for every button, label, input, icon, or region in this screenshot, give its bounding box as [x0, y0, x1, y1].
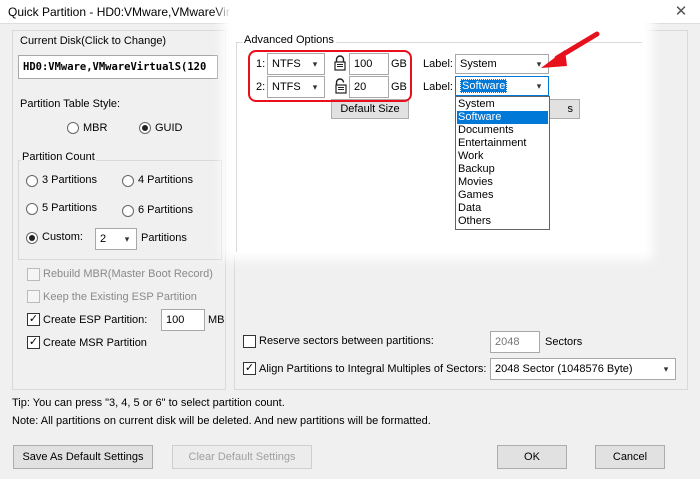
guid-label: GUID — [155, 122, 183, 134]
reserve-sectors-input[interactable]: 2048 — [490, 331, 540, 353]
mbr-label: MBR — [83, 122, 108, 134]
chevron-down-icon: ▾ — [536, 81, 542, 91]
keep-esp-checkbox[interactable] — [27, 290, 40, 303]
reserve-sectors-unit: Sectors — [545, 336, 583, 348]
partition-table-label: Partition Table Style: — [20, 98, 121, 110]
custom-suffix: Partitions — [141, 232, 187, 244]
partition-2-label: Software — [460, 79, 508, 93]
partition-1-label: System — [460, 58, 497, 70]
cancel-button[interactable]: Cancel — [595, 445, 665, 469]
dropdown-option-work[interactable]: Work — [457, 150, 548, 163]
reserve-sectors-checkbox[interactable] — [243, 335, 256, 348]
dropdown-option-entertainment[interactable]: Entertainment — [457, 137, 548, 150]
advanced-options-title: Advanced Options — [242, 34, 336, 46]
guid-radio[interactable] — [139, 122, 151, 134]
radio-4-partitions[interactable] — [122, 175, 134, 187]
align-sectors-label: Align Partitions to Integral Multiples o… — [259, 363, 487, 375]
custom-count-select[interactable]: 2 ▾ — [95, 228, 137, 250]
rebuild-mbr-label: Rebuild MBR(Master Boot Record) — [43, 268, 213, 280]
radio-6-partitions[interactable] — [122, 205, 134, 217]
chevron-down-icon: ▾ — [663, 364, 669, 374]
partition-2-label-caption: Label: — [423, 81, 453, 93]
rebuild-mbr-checkbox[interactable] — [27, 268, 40, 281]
save-default-button[interactable]: Save As Default Settings — [13, 445, 153, 469]
align-sectors-value: 2048 Sector (1048576 Byte) — [495, 363, 633, 375]
close-icon[interactable]: ✕ — [668, 2, 694, 22]
align-sectors-select[interactable]: 2048 Sector (1048576 Byte) ▾ — [490, 358, 676, 380]
label-dropdown-list: System Software Documents Entertainment … — [455, 96, 550, 230]
clear-default-button[interactable]: Clear Default Settings — [172, 445, 312, 469]
dropdown-option-data[interactable]: Data — [457, 202, 548, 215]
reserve-sectors-label: Reserve sectors between partitions: — [259, 335, 434, 347]
default-size-button[interactable]: Default Size — [331, 99, 409, 119]
create-msr-checkbox[interactable]: ✓ — [27, 336, 40, 349]
esp-size-input[interactable]: 100 — [161, 309, 205, 331]
dropdown-option-others[interactable]: Others — [457, 215, 548, 228]
current-disk-selector[interactable]: HD0:VMware,VMwareVirtualS(120 — [18, 55, 218, 79]
ok-button[interactable]: OK — [497, 445, 567, 469]
dropdown-option-movies[interactable]: Movies — [457, 176, 548, 189]
create-msr-label: Create MSR Partition — [43, 337, 147, 349]
radio-3-label: 3 Partitions — [42, 174, 98, 186]
current-disk-label: Current Disk(Click to Change) — [20, 35, 167, 47]
radio-5-partitions[interactable] — [26, 203, 38, 215]
dropdown-option-backup[interactable]: Backup — [457, 163, 548, 176]
partition-rows-highlight — [248, 50, 412, 102]
radio-5-label: 5 Partitions — [42, 202, 98, 214]
dropdown-option-software[interactable]: Software — [457, 111, 548, 124]
keep-esp-label: Keep the Existing ESP Partition — [43, 291, 197, 303]
radio-3-partitions[interactable] — [26, 175, 38, 187]
dropdown-option-games[interactable]: Games — [457, 189, 548, 202]
dropdown-option-documents[interactable]: Documents — [457, 124, 548, 137]
radio-6-label: 6 Partitions — [138, 204, 194, 216]
align-sectors-checkbox[interactable]: ✓ — [243, 362, 256, 375]
mbr-radio[interactable] — [67, 122, 79, 134]
radio-custom[interactable] — [26, 232, 38, 244]
radio-4-label: 4 Partitions — [138, 174, 194, 186]
esp-unit: MB — [208, 314, 225, 326]
tip-text: Tip: You can press "3, 4, 5 or 6" to sel… — [12, 397, 285, 409]
partition-count-label: Partition Count — [21, 151, 96, 163]
partition-1-label-caption: Label: — [423, 58, 453, 70]
annotation-arrow-icon — [541, 31, 600, 68]
custom-label: Custom: — [42, 231, 83, 243]
dropdown-option-system[interactable]: System — [457, 98, 548, 111]
custom-count-value: 2 — [100, 233, 107, 245]
chevron-down-icon: ▾ — [124, 234, 130, 244]
partition-2-label-select[interactable]: Software ▾ — [455, 76, 549, 96]
note-text: Note: All partitions on current disk wil… — [12, 415, 431, 427]
create-esp-checkbox[interactable]: ✓ — [27, 313, 40, 326]
create-esp-label: Create ESP Partition: — [43, 314, 148, 326]
